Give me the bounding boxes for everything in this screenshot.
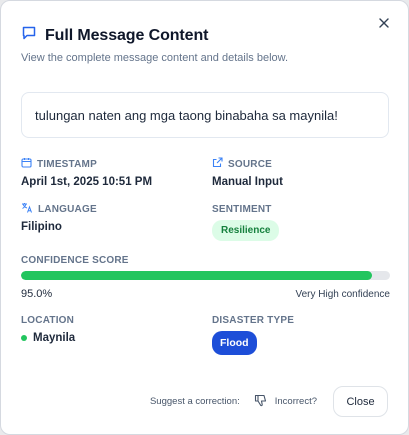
location-status-dot (21, 335, 27, 341)
disaster-type-label: DISASTER TYPE (212, 314, 295, 326)
source-field: SOURCE Manual Input (212, 157, 283, 188)
suggest-correction-text: Suggest a correction: (149, 396, 240, 407)
incorrect-button[interactable]: Incorrect? (254, 394, 317, 410)
timestamp-value: April 1st, 2025 10:51 PM (21, 176, 153, 188)
message-text: tulungan naten ang mga taong binabaha sa… (35, 107, 338, 123)
dialog-footer: Suggest a correction: Incorrect? Close (150, 386, 388, 417)
dialog-subtitle: View the complete message content and de… (21, 52, 289, 64)
incorrect-label: Incorrect? (274, 396, 317, 407)
location-label: LOCATION (21, 314, 75, 326)
sentiment-field: SENTIMENT Resilience (212, 203, 280, 241)
message-dialog: Full Message Content View the complete m… (0, 0, 409, 435)
confidence-bar-fill (21, 271, 372, 280)
close-icon[interactable] (376, 15, 392, 31)
external-link-icon (212, 157, 223, 171)
disaster-type-field: DISASTER TYPE Flood (212, 314, 294, 355)
confidence-level: Very High confidence (295, 288, 390, 300)
confidence-field: CONFIDENCE SCORE 95.0% Very High confide… (21, 254, 390, 300)
close-button[interactable]: Close (333, 386, 388, 417)
confidence-bar (21, 271, 390, 280)
source-value: Manual Input (212, 176, 283, 188)
message-content-box: tulungan naten ang mga taong binabaha sa… (21, 92, 389, 138)
location-value: Maynila (33, 332, 76, 344)
language-field: LANGUAGE Filipino (21, 203, 97, 233)
timestamp-label: TIMESTAMP (37, 158, 97, 170)
language-label: LANGUAGE (38, 203, 97, 215)
sentiment-badge: Resilience (212, 220, 280, 241)
sentiment-label: SENTIMENT (212, 203, 272, 215)
message-square-icon (21, 25, 37, 46)
timestamp-field: TIMESTAMP April 1st, 2025 10:51 PM (21, 158, 152, 188)
calendar-icon (21, 157, 32, 171)
confidence-label: CONFIDENCE SCORE (21, 254, 129, 266)
disaster-type-badge: Flood (212, 331, 257, 355)
dialog-header: Full Message Content (21, 25, 208, 46)
dialog-title: Full Message Content (45, 26, 209, 44)
translate-icon (21, 202, 33, 216)
confidence-percent: 95.0% (21, 288, 53, 300)
language-value: Filipino (21, 221, 62, 233)
location-field: LOCATION Maynila (21, 314, 75, 344)
thumbs-down-icon (254, 394, 267, 410)
source-label: SOURCE (228, 158, 272, 170)
